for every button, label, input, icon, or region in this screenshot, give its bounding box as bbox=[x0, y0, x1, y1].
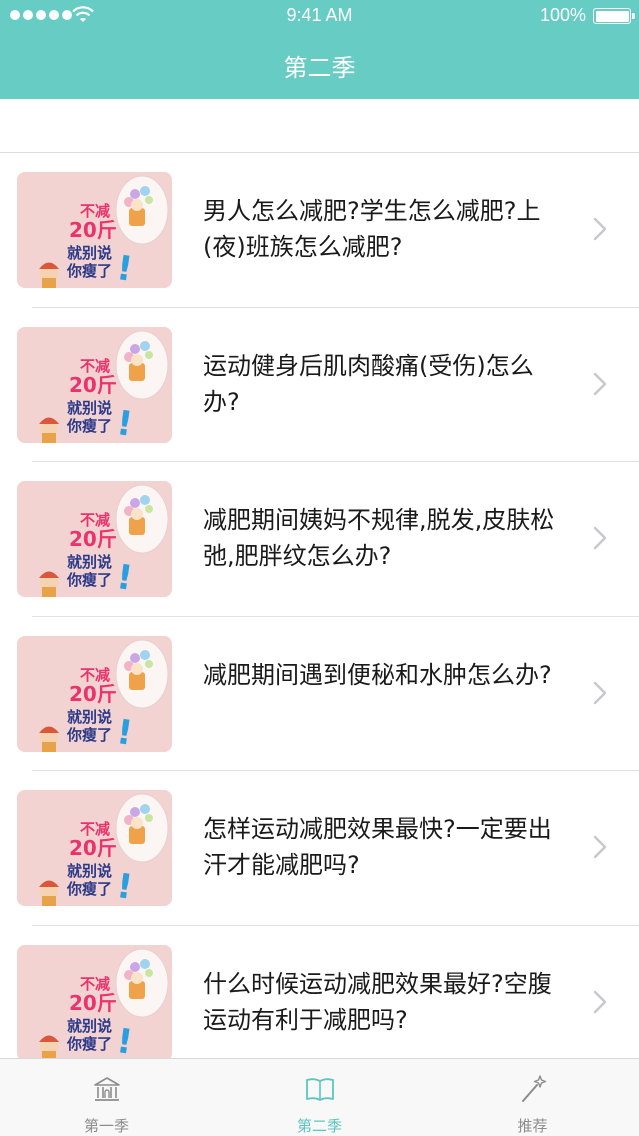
list-item-title: 男人怎么减肥?学生怎么减肥?上(夜)班族怎么减肥? bbox=[203, 197, 541, 261]
tab-1[interactable]: 第一季 bbox=[0, 1059, 213, 1136]
thumb-line4: 你瘦了 bbox=[66, 262, 112, 280]
thumb-line3: 就别说 bbox=[67, 1017, 112, 1035]
magic-wand-icon bbox=[522, 1075, 547, 1102]
thumb-line2: 20斤 bbox=[69, 218, 117, 242]
thumb-line4: 你瘦了 bbox=[66, 1035, 112, 1053]
article-list[interactable]: 不减 20斤 就别说 你瘦了 ! 男人怎么减肥?学生怎么减肥?上(夜)班族怎么减… bbox=[0, 153, 639, 1058]
chevron-right-icon bbox=[593, 526, 607, 550]
thumb-line2: 20斤 bbox=[69, 991, 117, 1015]
tab-label: 推荐 bbox=[517, 1117, 548, 1135]
header: 9:41 AM 100% 第二季 bbox=[0, 0, 639, 99]
thumb-line4: 你瘦了 bbox=[66, 417, 112, 435]
battery-percent: 100% bbox=[539, 5, 586, 25]
thumb-line3: 就别说 bbox=[67, 244, 112, 262]
tab-2[interactable]: 第二季 bbox=[213, 1059, 426, 1136]
thumbnail-image: 不减 20斤 就别说 你瘦了 ! bbox=[17, 172, 172, 288]
chevron-right-icon bbox=[593, 990, 607, 1013]
thumb-line3: 就别说 bbox=[67, 708, 112, 726]
thumb-line4: 你瘦了 bbox=[66, 726, 112, 744]
thumb-line3: 就别说 bbox=[67, 862, 112, 880]
thumbnail-image: 不减 20斤 就别说 你瘦了 ! bbox=[17, 481, 172, 597]
tab-bar: 第一季 第二季 推荐 bbox=[0, 1058, 639, 1136]
status-bar: 9:41 AM 100% bbox=[0, 0, 639, 32]
page-title: 第二季 bbox=[283, 54, 356, 82]
list-item-title: 运动健身后肌肉酸痛(受伤)怎么办? bbox=[203, 351, 534, 416]
book-icon bbox=[306, 1078, 334, 1101]
list-item-title: 什么时候运动减肥效果最好?空腹运动有利于减肥吗? bbox=[203, 969, 552, 1034]
list-item[interactable]: 不减 20斤 就别说 你瘦了 ! 什么时候运动减肥效果最好?空腹运动有利于减肥吗… bbox=[0, 926, 639, 1058]
list-item[interactable]: 不减 20斤 就别说 你瘦了 ! 减肥期间姨妈不规律,脱发,皮肤松弛,肥胖纹怎么… bbox=[0, 462, 639, 617]
thumb-line2: 20斤 bbox=[69, 373, 117, 397]
list-item[interactable]: 不减 20斤 就别说 你瘦了 ! 运动健身后肌肉酸痛(受伤)怎么办? bbox=[0, 308, 639, 463]
list-item-title: 怎样运动减肥效果最快?一定要出汗才能减肥吗? bbox=[203, 815, 552, 879]
tab-label: 第二季 bbox=[296, 1117, 342, 1135]
thumb-line3: 就别说 bbox=[67, 553, 112, 571]
thumb-line2: 20斤 bbox=[69, 836, 117, 860]
bank-icon bbox=[94, 1077, 120, 1101]
thumbnail-image: 不减 20斤 就别说 你瘦了 ! bbox=[17, 326, 172, 443]
list-item[interactable]: 不减 20斤 就别说 你瘦了 ! 减肥期间遇到便秘和水肿怎么办? bbox=[0, 617, 639, 772]
list-item-title: 减肥期间遇到便秘和水肿怎么办? bbox=[203, 660, 552, 689]
thumbnail-image: 不减 20斤 就别说 你瘦了 ! bbox=[17, 944, 172, 1058]
thumb-line2: 20斤 bbox=[69, 682, 117, 706]
chevron-right-icon bbox=[593, 217, 607, 241]
list-item-title: 减肥期间姨妈不规律,脱发,皮肤松弛,肥胖纹怎么办? bbox=[203, 506, 555, 570]
thumb-line2: 20斤 bbox=[69, 527, 117, 551]
chevron-right-icon bbox=[593, 835, 607, 859]
tab-3[interactable]: 推荐 bbox=[426, 1059, 639, 1136]
list-item[interactable]: 不减 20斤 就别说 你瘦了 ! 男人怎么减肥?学生怎么减肥?上(夜)班族怎么减… bbox=[0, 153, 639, 308]
thumbnail-image: 不减 20斤 就别说 你瘦了 ! bbox=[17, 635, 172, 752]
chevron-right-icon bbox=[593, 372, 607, 395]
thumb-line3: 就别说 bbox=[67, 399, 112, 417]
thumb-line4: 你瘦了 bbox=[66, 880, 112, 898]
thumbnail-image: 不减 20斤 就别说 你瘦了 ! bbox=[17, 790, 172, 906]
chevron-right-icon bbox=[593, 681, 607, 704]
battery-icon bbox=[593, 8, 635, 24]
thumb-line4: 你瘦了 bbox=[66, 571, 112, 589]
tab-label: 第一季 bbox=[83, 1117, 129, 1135]
list-item[interactable]: 不减 20斤 就别说 你瘦了 ! 怎样运动减肥效果最快?一定要出汗才能减肥吗? bbox=[0, 771, 639, 926]
